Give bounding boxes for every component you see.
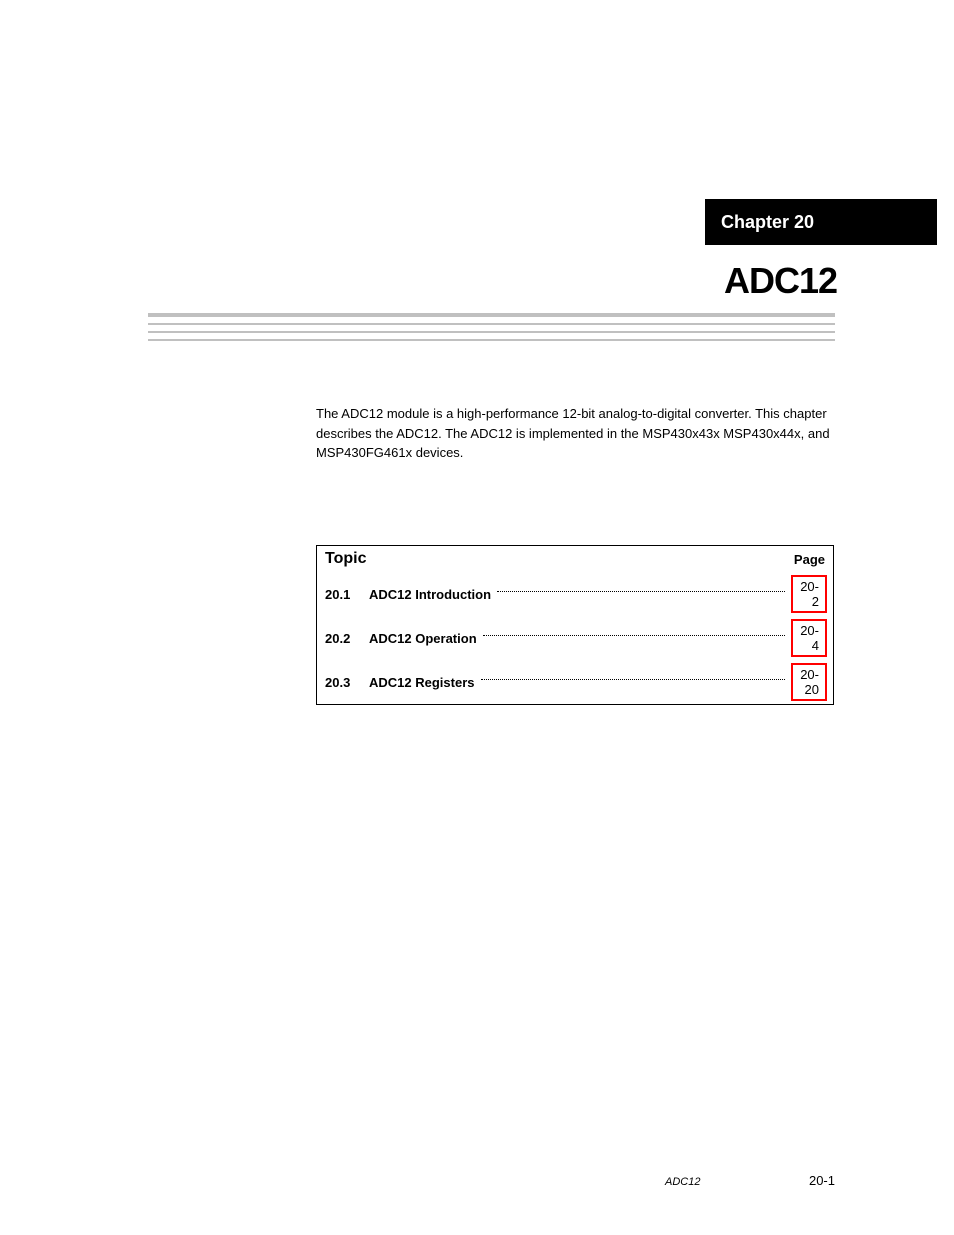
rule-container — [148, 313, 835, 347]
intro-paragraph: The ADC12 module is a high-performance 1… — [316, 404, 835, 463]
toc-title: ADC12 Introduction — [369, 587, 491, 602]
rule — [148, 313, 835, 317]
toc-page-link[interactable]: 20-4 — [791, 619, 827, 657]
page-header-label: Page — [794, 552, 825, 567]
footer-page: 20-1 — [809, 1173, 835, 1188]
topic-header-row: Topic Page — [317, 546, 833, 572]
toc-page-link[interactable]: 20-2 — [791, 575, 827, 613]
toc-row: 20.3 ADC12 Registers 20-20 — [317, 660, 833, 704]
toc-num: 20.2 — [325, 631, 369, 646]
toc-title: ADC12 Registers — [369, 675, 475, 690]
rule — [148, 323, 835, 325]
toc-title: ADC12 Operation — [369, 631, 477, 646]
topic-header-label: Topic — [325, 550, 369, 568]
toc-page-link[interactable]: 20-20 — [791, 663, 827, 701]
toc-row: 20.1 ADC12 Introduction 20-2 — [317, 572, 833, 616]
toc-row: 20.2 ADC12 Operation 20-4 — [317, 616, 833, 660]
dots — [483, 635, 785, 636]
chapter-tab: Chapter 20 — [705, 199, 937, 245]
toc-num: 20.1 — [325, 587, 369, 602]
intro-text: The ADC12 module is a high-performance 1… — [316, 404, 835, 483]
dots — [481, 679, 786, 680]
chapter-label: Chapter 20 — [721, 212, 814, 233]
footer-label: ADC12 — [665, 1176, 700, 1188]
chapter-title: ADC12 — [724, 260, 837, 302]
topic-table: Topic Page 20.1 ADC12 Introduction 20-2 … — [316, 545, 834, 705]
rule — [148, 331, 835, 333]
toc-num: 20.3 — [325, 675, 369, 690]
dots — [497, 591, 785, 592]
rule — [148, 339, 835, 341]
